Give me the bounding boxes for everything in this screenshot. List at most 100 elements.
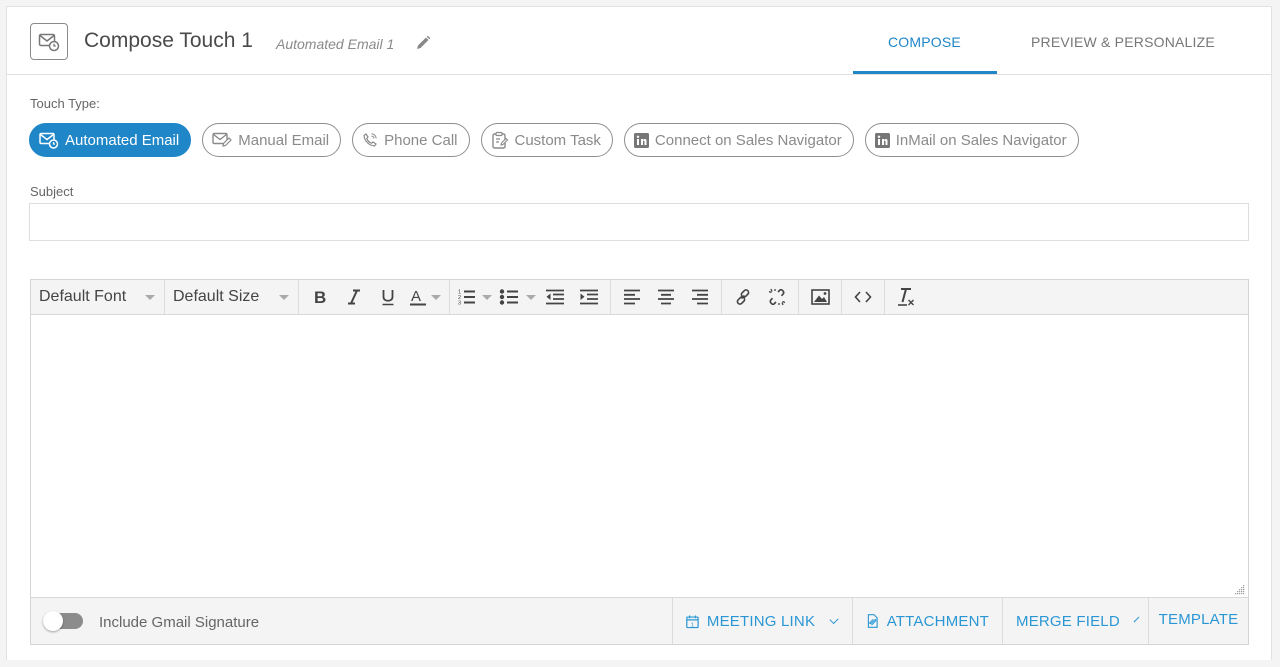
pill-label: Connect on Sales Navigator bbox=[655, 132, 842, 149]
pill-label: Automated Email bbox=[65, 132, 179, 149]
meeting-link-button[interactable]: 1 MEETING LINK bbox=[672, 598, 852, 644]
outdent-icon bbox=[545, 289, 565, 305]
link-icon bbox=[734, 288, 752, 306]
editor-toolbar: Default Font Default Size B A 123 bbox=[31, 280, 1248, 315]
unordered-list-icon bbox=[499, 288, 519, 306]
touch-type-label: Touch Type: bbox=[30, 96, 100, 111]
align-group bbox=[611, 280, 722, 314]
chevron-down-icon bbox=[1134, 616, 1140, 622]
italic-icon bbox=[347, 289, 361, 305]
caret-down-icon bbox=[482, 295, 492, 300]
attachment-button[interactable]: ATTACHMENT bbox=[852, 598, 1002, 644]
font-family-value: Default Font bbox=[39, 288, 126, 306]
editor-footer: Include Gmail Signature 1 MEETING LINK A… bbox=[31, 597, 1248, 644]
clipboard-icon bbox=[491, 131, 509, 149]
ordered-list-button[interactable]: 123 bbox=[454, 280, 480, 314]
subject-input[interactable] bbox=[29, 203, 1249, 241]
list-group: 123 bbox=[450, 280, 611, 314]
pill-label: Manual Email bbox=[238, 132, 329, 149]
code-view-button[interactable] bbox=[846, 280, 880, 314]
align-right-icon bbox=[691, 289, 709, 305]
header: Compose Touch 1 Automated Email 1 COMPOS… bbox=[7, 7, 1271, 75]
clear-group bbox=[885, 280, 927, 314]
outdent-button[interactable] bbox=[538, 280, 572, 314]
caret-down-icon bbox=[279, 295, 289, 300]
touch-type-custom-task[interactable]: Custom Task bbox=[481, 123, 613, 157]
meeting-link-label: MEETING LINK bbox=[707, 613, 815, 630]
insert-image-button[interactable] bbox=[803, 280, 837, 314]
underline-icon bbox=[381, 289, 395, 306]
unlink-icon bbox=[768, 288, 786, 306]
chevron-down-icon bbox=[830, 614, 839, 623]
touch-type-manual-email[interactable]: Manual Email bbox=[202, 123, 341, 157]
svg-text:3: 3 bbox=[458, 301, 461, 307]
unordered-list-options[interactable] bbox=[524, 280, 538, 314]
email-clock-icon bbox=[39, 132, 59, 149]
code-group bbox=[842, 280, 885, 314]
template-button[interactable]: TEMPLATE bbox=[1148, 598, 1248, 644]
indent-button[interactable] bbox=[572, 280, 606, 314]
touch-type-options: Automated Email Manual Email Phone Call … bbox=[29, 123, 1079, 157]
italic-button[interactable] bbox=[337, 280, 371, 314]
email-body-editor[interactable] bbox=[31, 315, 1248, 597]
size-group: Default Size bbox=[165, 280, 299, 314]
media-group bbox=[799, 280, 842, 314]
font-size-value: Default Size bbox=[173, 288, 259, 306]
bold-button[interactable]: B bbox=[303, 280, 337, 314]
touch-type-automated-email[interactable]: Automated Email bbox=[29, 123, 191, 157]
caret-down-icon bbox=[431, 295, 441, 300]
gmail-signature-toggle[interactable] bbox=[43, 611, 83, 629]
align-center-icon bbox=[657, 289, 675, 305]
link-button[interactable] bbox=[726, 280, 760, 314]
touch-name: Automated Email 1 bbox=[276, 36, 394, 52]
email-edit-icon bbox=[212, 132, 232, 148]
caret-down-icon bbox=[145, 295, 155, 300]
pencil-icon[interactable] bbox=[415, 35, 431, 51]
clear-formatting-button[interactable] bbox=[889, 280, 923, 314]
touch-type-connect-sales-navigator[interactable]: Connect on Sales Navigator bbox=[624, 123, 854, 157]
email-clock-icon bbox=[30, 23, 68, 60]
footer-actions: 1 MEETING LINK ATTACHMENT MERGE FIELD TE… bbox=[672, 598, 1248, 644]
touch-type-phone-call[interactable]: Phone Call bbox=[352, 123, 469, 157]
resize-handle[interactable] bbox=[1235, 582, 1245, 592]
calendar-icon: 1 bbox=[686, 613, 699, 630]
subject-label: Subject bbox=[30, 184, 73, 199]
page-title: Compose Touch 1 bbox=[84, 29, 253, 53]
svg-text:1: 1 bbox=[691, 622, 694, 628]
align-left-button[interactable] bbox=[615, 280, 649, 314]
pill-label: Phone Call bbox=[384, 132, 457, 149]
svg-text:A: A bbox=[411, 288, 421, 305]
merge-field-label: MERGE FIELD bbox=[1016, 613, 1120, 630]
touch-type-inmail-sales-navigator[interactable]: InMail on Sales Navigator bbox=[865, 123, 1079, 157]
tab-preview-personalize[interactable]: PREVIEW & PERSONALIZE bbox=[1031, 34, 1215, 50]
phone-icon bbox=[362, 132, 378, 148]
compose-panel: Compose Touch 1 Automated Email 1 COMPOS… bbox=[6, 6, 1272, 660]
ordered-list-options[interactable] bbox=[480, 280, 494, 314]
underline-button[interactable] bbox=[371, 280, 405, 314]
font-family-select[interactable]: Default Font bbox=[35, 288, 159, 306]
svg-text:B: B bbox=[314, 289, 326, 305]
unlink-button[interactable] bbox=[760, 280, 794, 314]
linkedin-icon bbox=[875, 133, 890, 148]
tab-compose[interactable]: COMPOSE bbox=[888, 34, 961, 50]
align-right-button[interactable] bbox=[683, 280, 717, 314]
font-group: Default Font bbox=[31, 280, 165, 314]
code-icon bbox=[854, 290, 872, 304]
attachment-icon bbox=[866, 612, 879, 630]
pill-label: Custom Task bbox=[515, 132, 601, 149]
unordered-list-button[interactable] bbox=[494, 280, 524, 314]
linkedin-icon bbox=[634, 133, 649, 148]
text-style-group: B A bbox=[299, 280, 450, 314]
resize-grip-icon bbox=[1235, 585, 1245, 595]
ordered-list-icon: 123 bbox=[458, 288, 476, 306]
image-icon bbox=[811, 289, 830, 305]
text-color-icon: A bbox=[409, 288, 427, 306]
text-color-button[interactable]: A bbox=[405, 280, 445, 314]
align-center-button[interactable] bbox=[649, 280, 683, 314]
font-size-select[interactable]: Default Size bbox=[169, 288, 293, 306]
merge-field-button[interactable]: MERGE FIELD bbox=[1002, 598, 1148, 644]
active-tab-indicator bbox=[853, 71, 997, 74]
attachment-label: ATTACHMENT bbox=[887, 613, 989, 630]
indent-icon bbox=[579, 289, 599, 305]
toggle-knob bbox=[43, 611, 63, 631]
